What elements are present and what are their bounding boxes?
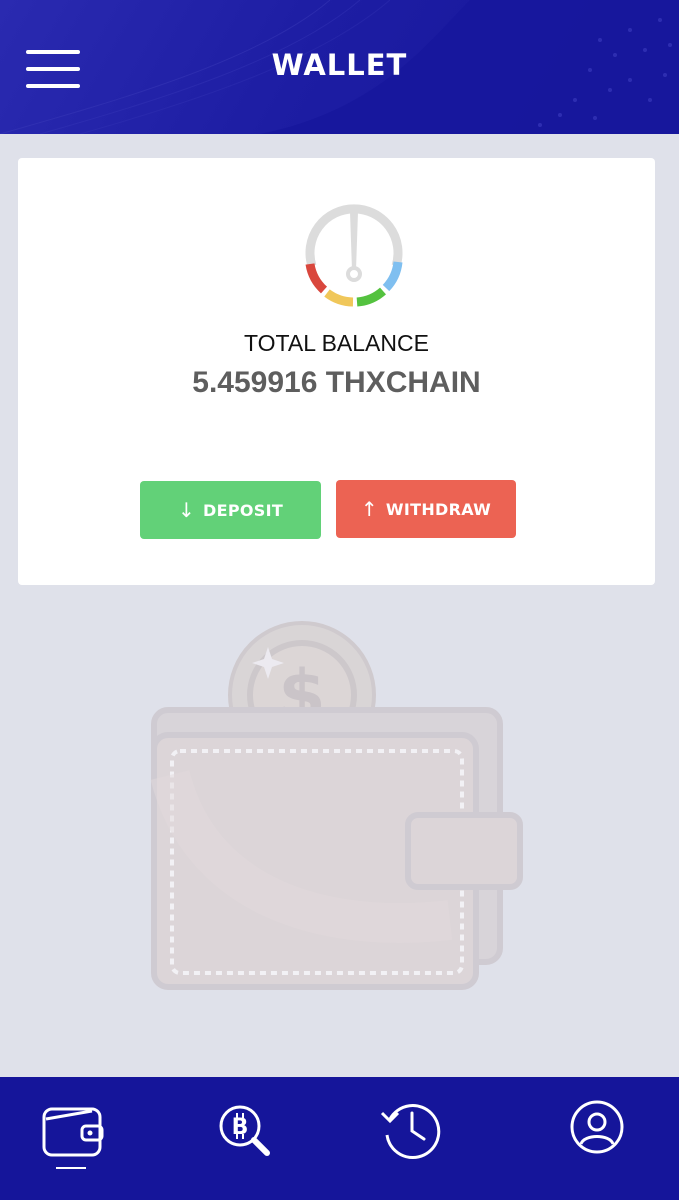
svg-text:B: B [232,1115,249,1140]
history-icon [380,1104,441,1160]
deposit-button[interactable]: ↓ DEPOSIT [140,481,321,539]
withdraw-label: WITHDRAW [385,499,492,519]
wallet-coin-illustration: $ [150,621,523,990]
balance-card: TOTAL BALANCE 5.459916 THXCHAIN ↓ DEPOSI… [18,158,655,585]
app-header: WALLET [0,0,679,134]
nav-explorer[interactable]: B [212,1099,282,1169]
arrow-up-icon: ↑ [360,497,378,521]
total-balance-amount: 5.459916 THXCHAIN [192,366,481,399]
bitcoin-search-icon: B [219,1105,270,1156]
page-title: WALLET [271,48,408,82]
withdraw-button[interactable]: ↑ WITHDRAW [336,480,516,538]
deposit-label: DEPOSIT [203,500,284,520]
nav-profile[interactable] [562,1099,632,1169]
nav-history[interactable] [378,1099,448,1169]
total-balance-label: TOTAL BALANCE [244,330,429,356]
gauge-icon [305,204,403,307]
nav-wallet[interactable] [36,1099,106,1169]
user-profile-icon [570,1100,624,1154]
wallet-icon [42,1107,104,1157]
active-tab-indicator [56,1167,86,1169]
arrow-down-icon: ↓ [177,498,196,522]
bottom-navigation: B [0,1077,679,1200]
